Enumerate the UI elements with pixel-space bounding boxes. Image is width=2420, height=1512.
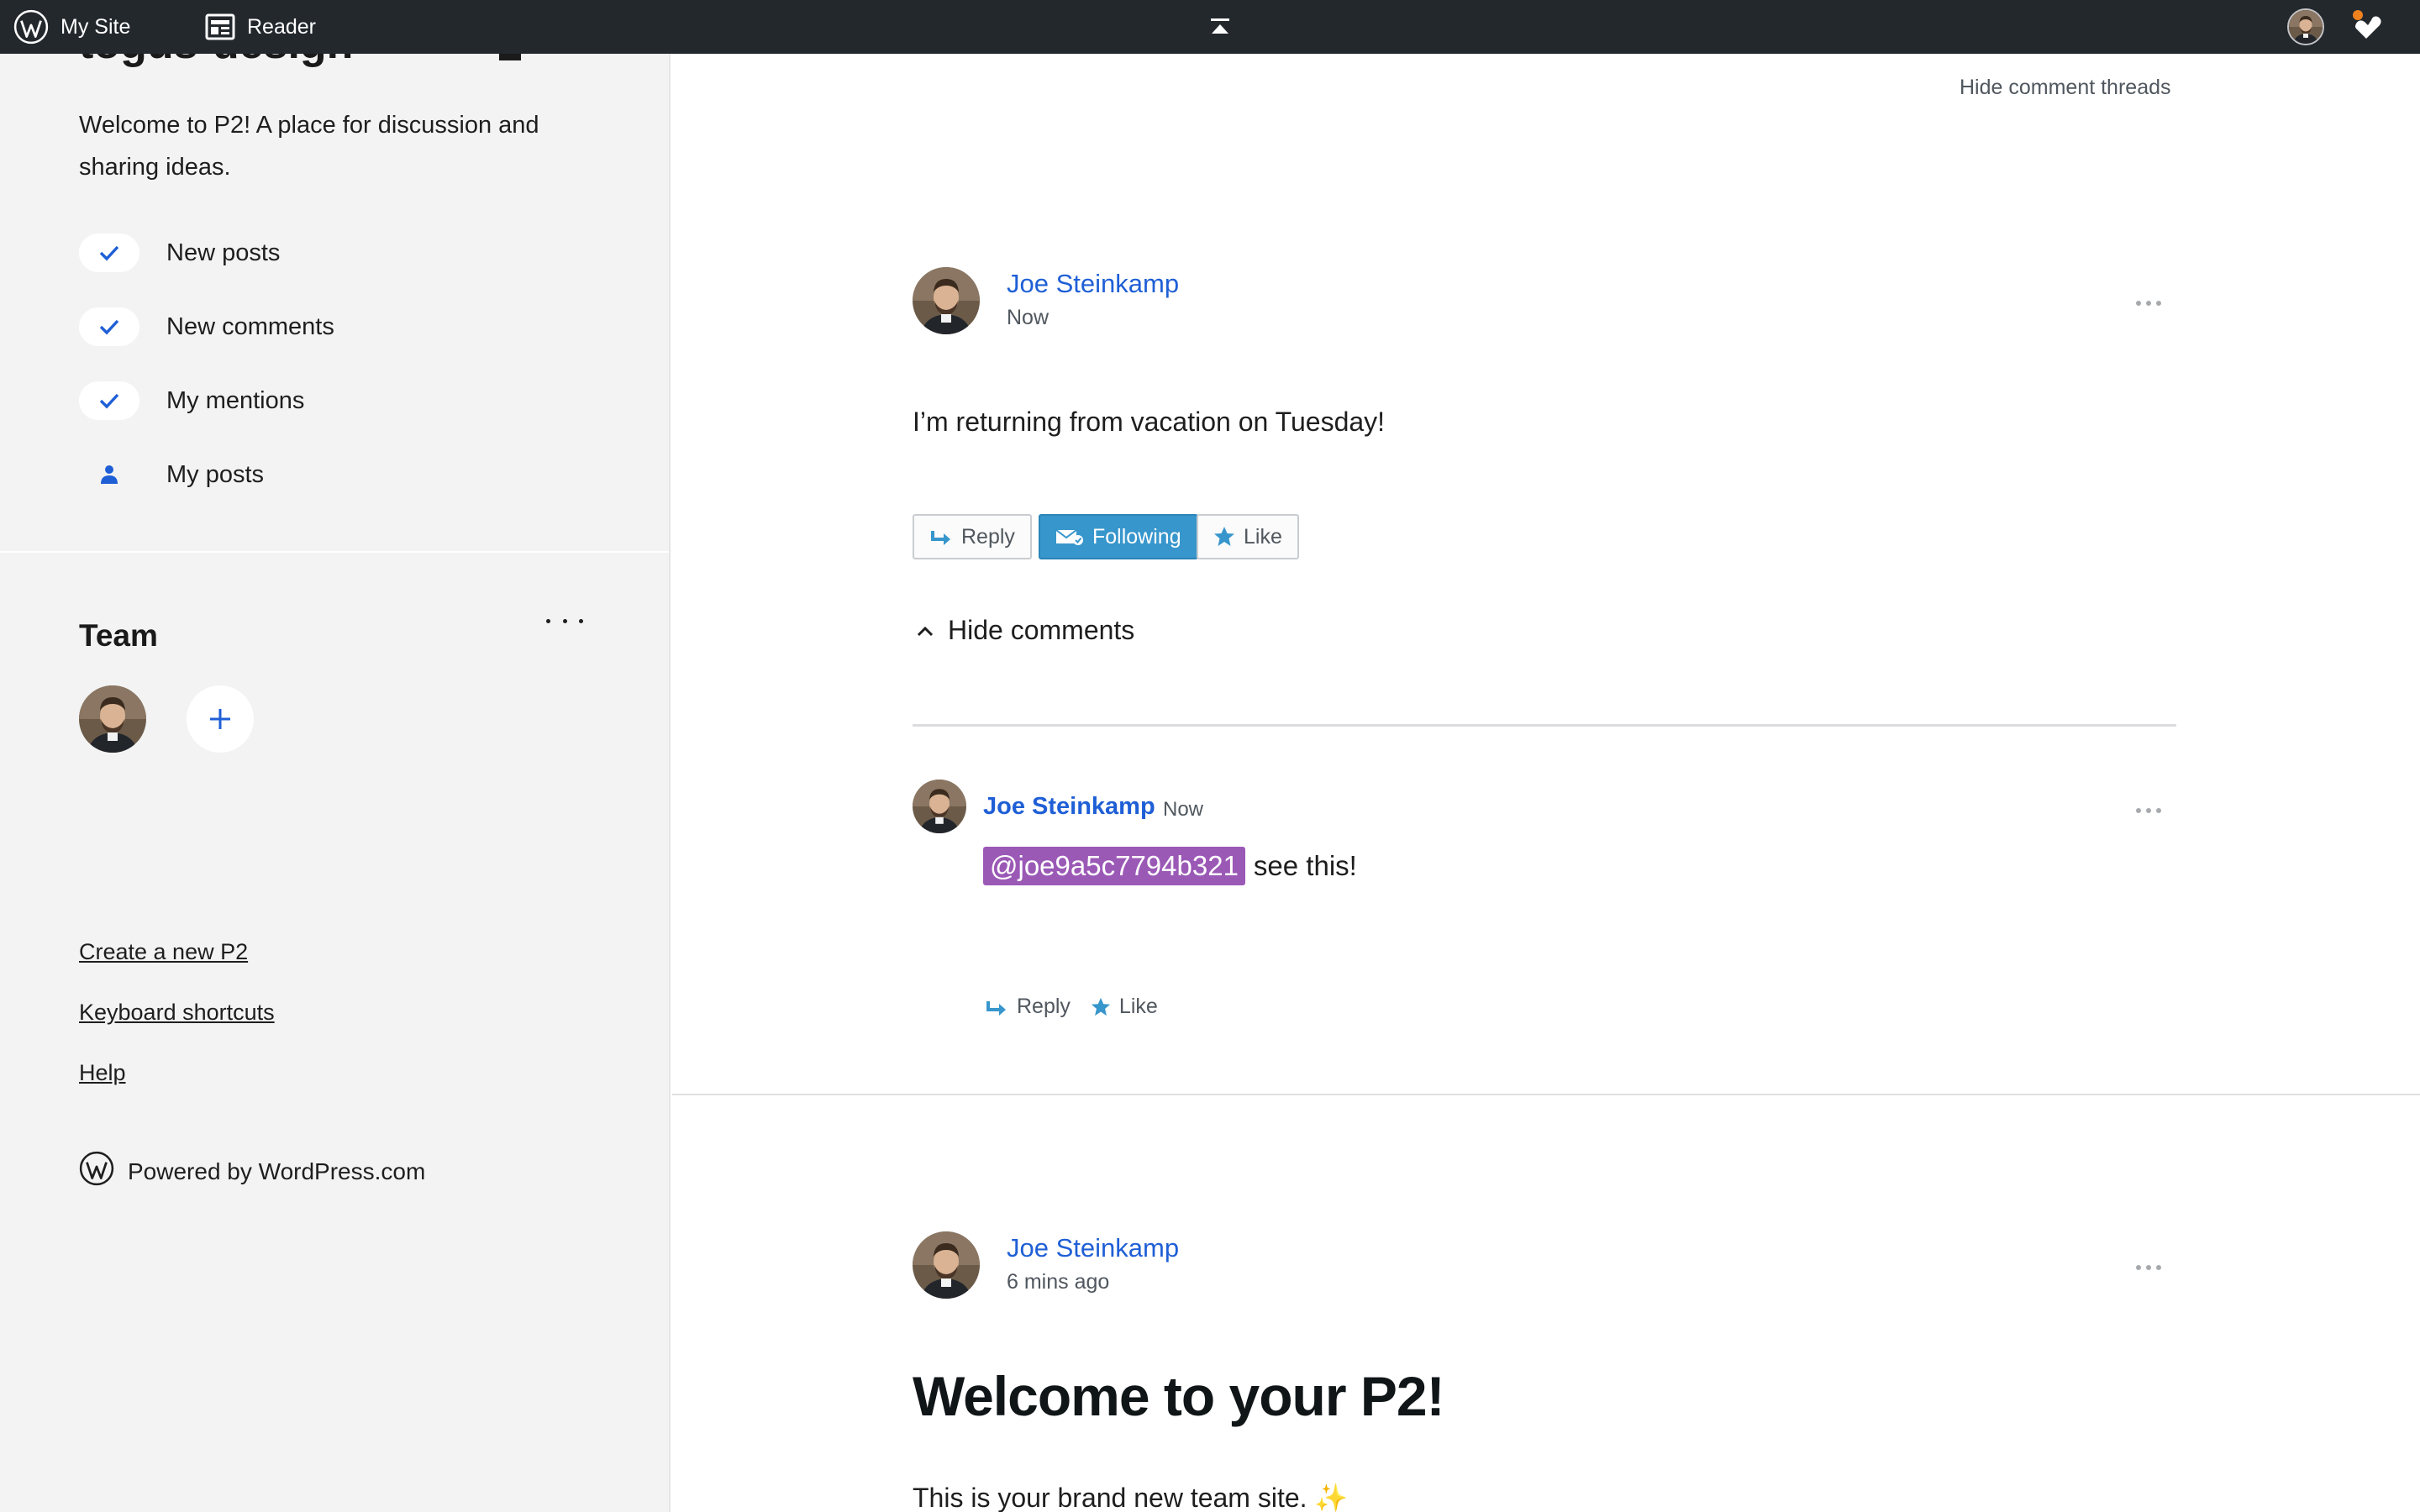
- follow-label: My mentions: [166, 386, 305, 414]
- follow-label: New comments: [166, 312, 334, 340]
- reply-button[interactable]: Reply: [913, 514, 1032, 559]
- notifications-bell-icon[interactable]: [2349, 10, 2386, 47]
- my-site-menu[interactable]: My Site: [13, 0, 130, 54]
- comment-body: @joe9a5c7794b321 see this!: [983, 847, 1357, 885]
- chevron-up-icon: [917, 626, 934, 636]
- comment-text: see this!: [1253, 850, 1357, 881]
- powered-by-label: Powered by WordPress.com: [128, 1158, 426, 1184]
- post-more-options-icon[interactable]: [2136, 1263, 2161, 1272]
- sidebar: togus-design Welcome to P2! A place for …: [0, 54, 671, 1512]
- comment-like-button[interactable]: Like: [1091, 995, 1158, 1019]
- reply-arrow-icon: [931, 531, 950, 545]
- comment-author-avatar[interactable]: [913, 780, 966, 833]
- hide-comments-toggle[interactable]: Hide comments: [916, 615, 1134, 646]
- post-author-name[interactable]: Joe Steinkamp: [1007, 1233, 1179, 1263]
- plus-icon: [210, 709, 230, 729]
- powered-by-link[interactable]: Powered by WordPress.com: [79, 1151, 425, 1192]
- user-mention[interactable]: @joe9a5c7794b321: [983, 847, 1245, 885]
- post-more-options-icon[interactable]: [2136, 299, 2161, 307]
- comment-like-label: Like: [1118, 995, 1158, 1018]
- following-button[interactable]: Following: [1039, 514, 1198, 559]
- post-title[interactable]: Welcome to your P2!: [913, 1364, 1445, 1428]
- post-author-avatar[interactable]: [913, 267, 980, 334]
- reader-menu[interactable]: Reader: [205, 0, 316, 54]
- site-title-mark: [499, 54, 521, 60]
- like-label: Like: [1244, 524, 1282, 549]
- comments-divider: [913, 724, 2176, 727]
- reader-label: Reader: [247, 14, 316, 39]
- follow-label: My posts: [166, 460, 265, 488]
- sidebar-divider: [0, 551, 669, 553]
- my-site-label: My Site: [60, 14, 131, 39]
- like-button[interactable]: Like: [1197, 514, 1299, 559]
- admin-bar: My Site Reader: [0, 0, 2420, 54]
- follow-my-posts[interactable]: My posts: [79, 454, 264, 496]
- comment-timestamp[interactable]: Now: [1163, 798, 1203, 822]
- add-team-member-button[interactable]: [187, 685, 254, 753]
- reply-arrow-icon: [986, 1000, 1006, 1016]
- team-heading: Team: [79, 618, 158, 653]
- star-icon: [1214, 527, 1234, 546]
- post-body: This is your brand new team site. ✨: [913, 1483, 1349, 1512]
- main-content: Hide comment threads Joe Steinkamp Now I…: [672, 54, 2420, 1512]
- comment-reply-button[interactable]: Reply: [985, 995, 1071, 1019]
- comment-reply-label: Reply: [1017, 995, 1071, 1018]
- post-timestamp[interactable]: Now: [1007, 306, 1049, 330]
- wordpress-logo-icon: [79, 1151, 114, 1192]
- envelope-check-icon: [1055, 529, 1083, 545]
- site-title[interactable]: togus-design: [79, 54, 353, 69]
- follow-label: New posts: [166, 239, 281, 266]
- star-icon: [1091, 997, 1110, 1016]
- post-author-avatar[interactable]: [913, 1231, 980, 1299]
- comment-more-options-icon[interactable]: [2136, 806, 2161, 815]
- keyboard-shortcuts-link[interactable]: Keyboard shortcuts: [79, 1000, 275, 1026]
- checkmark-icon: [79, 381, 139, 420]
- post-timestamp[interactable]: 6 mins ago: [1007, 1270, 1109, 1294]
- reader-icon: [205, 13, 235, 40]
- post-body: I’m returning from vacation on Tuesday!: [913, 407, 1386, 437]
- wordpress-logo-icon: [13, 9, 49, 45]
- collapse-bar-icon[interactable]: [1207, 13, 1234, 40]
- user-avatar[interactable]: [2287, 8, 2324, 45]
- checkmark-icon: [79, 234, 139, 272]
- site-description: Welcome to P2! A place for discussion an…: [79, 112, 539, 181]
- hide-comment-threads-link[interactable]: Hide comment threads: [1960, 76, 2171, 100]
- following-label: Following: [1092, 524, 1181, 549]
- team-more-options-icon[interactable]: [546, 608, 583, 633]
- follow-my-mentions[interactable]: My mentions: [79, 380, 304, 422]
- create-new-p2-link[interactable]: Create a new P2: [79, 939, 248, 965]
- post-divider: [672, 1094, 2420, 1095]
- person-icon: [79, 455, 139, 494]
- reply-label: Reply: [961, 524, 1015, 549]
- team-member-avatar[interactable]: [79, 685, 146, 753]
- help-link[interactable]: Help: [79, 1060, 126, 1086]
- follow-new-comments[interactable]: New comments: [79, 306, 334, 348]
- hide-comments-label: Hide comments: [948, 615, 1135, 645]
- comment-author-name[interactable]: Joe Steinkamp: [983, 793, 1155, 821]
- post-author-name[interactable]: Joe Steinkamp: [1007, 269, 1179, 299]
- follow-new-posts[interactable]: New posts: [79, 232, 280, 274]
- checkmark-icon: [79, 307, 139, 346]
- comment-actions: Reply Like: [985, 995, 1178, 1019]
